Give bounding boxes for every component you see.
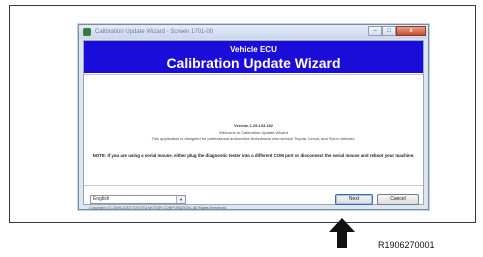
- app-icon: [83, 28, 91, 36]
- footer-divider: [84, 185, 423, 186]
- welcome-text: Welcome to Calibration Update Wizard: [219, 130, 288, 135]
- banner-subtitle: Vehicle ECU: [230, 45, 277, 54]
- language-select[interactable]: English ▼: [90, 195, 186, 204]
- figure-frame: Calibration Update Wizard - Screen 1701-…: [9, 5, 476, 223]
- note-text: NOTE: If you are using a serial mouse, e…: [92, 153, 415, 158]
- wizard-window: Calibration Update Wizard - Screen 1701-…: [78, 24, 429, 210]
- chevron-down-icon[interactable]: ▼: [176, 196, 185, 203]
- description-text: This application is designed for profess…: [151, 136, 356, 141]
- maximize-button[interactable]: □: [382, 26, 396, 36]
- cancel-button[interactable]: Cancel: [377, 194, 419, 205]
- header-banner: Vehicle ECU Calibration Update Wizard: [84, 41, 423, 73]
- wizard-body: Vehicle ECU Calibration Update Wizard Ve…: [83, 40, 424, 210]
- language-value: English: [93, 196, 110, 202]
- next-button[interactable]: Next: [335, 194, 373, 205]
- arrow-up-icon: [329, 218, 355, 248]
- figure-id: R1906270001: [378, 240, 435, 250]
- banner-title: Calibration Update Wizard: [166, 55, 341, 71]
- minimize-button[interactable]: –: [368, 26, 382, 36]
- version-text: Version 1.29.133.182: [234, 123, 273, 128]
- copyright-text: Copyright (C) 2009-2015 TOYOTA MOTOR COR…: [89, 206, 228, 210]
- header-divider: [84, 74, 423, 75]
- window-title: Calibration Update Wizard - Screen 1701-…: [95, 29, 214, 35]
- title-bar[interactable]: Calibration Update Wizard - Screen 1701-…: [79, 25, 428, 39]
- close-button[interactable]: x: [396, 26, 426, 36]
